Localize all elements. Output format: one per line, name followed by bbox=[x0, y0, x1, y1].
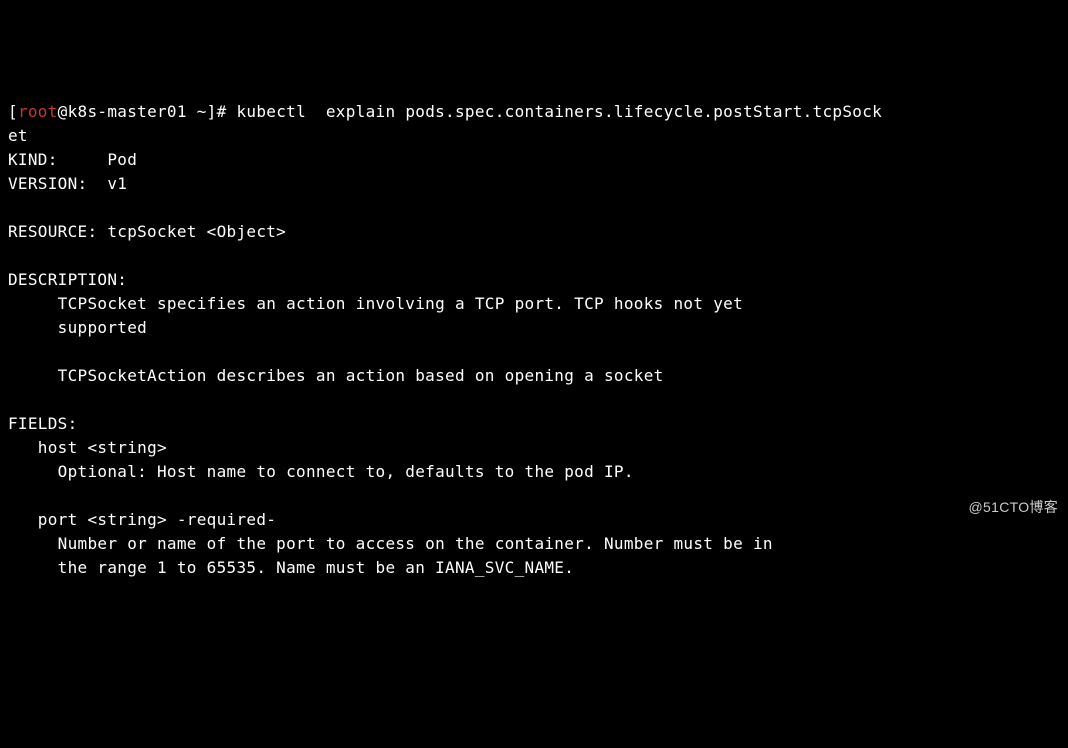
resource-line: RESOURCE: tcpSocket <Object> bbox=[8, 222, 286, 241]
prompt-user: root bbox=[18, 102, 58, 121]
description-header: DESCRIPTION: bbox=[8, 270, 127, 289]
prompt-host: @k8s-master01 ~]# bbox=[58, 102, 237, 121]
kind-line: KIND: Pod bbox=[8, 150, 137, 169]
description-text: TCPSocketAction describes an action base… bbox=[8, 366, 664, 385]
terminal-output: [root@k8s-master01 ~]# kubectl explain p… bbox=[8, 100, 1060, 580]
command-text: kubectl explain pods.spec.containers.lif… bbox=[236, 102, 882, 121]
command-wrap: et bbox=[8, 126, 28, 145]
description-text: TCPSocket specifies an action involving … bbox=[8, 294, 743, 313]
prompt-line[interactable]: [root@k8s-master01 ~]# kubectl explain p… bbox=[8, 102, 882, 121]
version-line: VERSION: v1 bbox=[8, 174, 127, 193]
prompt-bracket-open: [ bbox=[8, 102, 18, 121]
watermark-text: @51CTO博客 bbox=[969, 497, 1058, 518]
field-port-desc: the range 1 to 65535. Name must be an IA… bbox=[8, 558, 574, 577]
field-port: port <string> -required- bbox=[8, 510, 276, 529]
field-port-desc: Number or name of the port to access on … bbox=[8, 534, 773, 553]
field-host: host <string> bbox=[8, 438, 167, 457]
description-text: supported bbox=[8, 318, 147, 337]
fields-header: FIELDS: bbox=[8, 414, 78, 433]
field-host-desc: Optional: Host name to connect to, defau… bbox=[8, 462, 634, 481]
